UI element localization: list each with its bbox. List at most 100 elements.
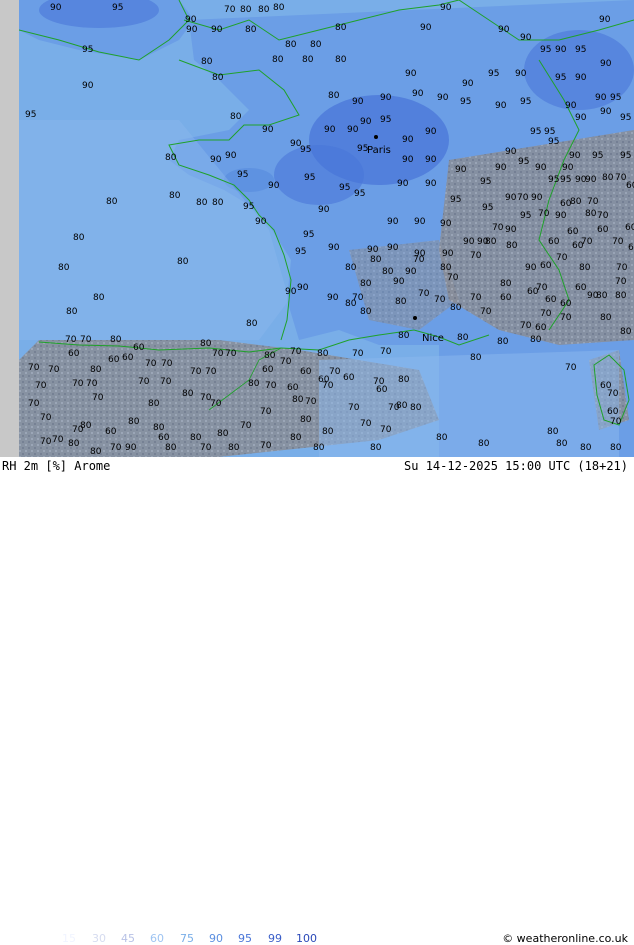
contour-value-label: 80: [106, 197, 118, 207]
contour-value-label: 70: [35, 381, 47, 391]
contour-value-label: 70: [616, 263, 628, 273]
contour-value-label: 80: [615, 291, 627, 301]
map-footer: RH 2m [%] Arome Su 14-12-2025 15:00 UTC …: [0, 457, 634, 945]
contour-value-label: 90: [393, 277, 405, 287]
contour-value-label: 70: [72, 425, 84, 435]
contour-value-label: 80: [310, 40, 322, 50]
contour-value-label: 90: [531, 193, 543, 203]
contour-value-label: 80: [328, 91, 340, 101]
contour-value-label: 60: [318, 375, 330, 385]
city-label-paris: Paris: [367, 145, 391, 156]
contour-value-label: 80: [360, 279, 372, 289]
contour-value-label: 80: [370, 443, 382, 453]
contour-value-label: 80: [240, 5, 252, 15]
contour-value-label: 70: [160, 377, 172, 387]
contour-value-label: 90: [402, 155, 414, 165]
contour-value-label: 90: [505, 225, 517, 235]
contour-value-label: 90: [397, 179, 409, 189]
contour-value-label: 80: [230, 112, 242, 122]
contour-value-label: 90: [462, 79, 474, 89]
contour-value-label: 70: [418, 289, 430, 299]
contour-value-label: 60: [560, 299, 572, 309]
legend-value: 99: [268, 932, 282, 945]
contour-value-label: 80: [579, 263, 591, 273]
contour-value-label: 95: [555, 73, 566, 83]
contour-value-label: 60: [567, 227, 579, 237]
contour-value-label: 70: [587, 197, 599, 207]
contour-value-label: 70: [265, 381, 277, 391]
contour-value-label: 90: [324, 125, 336, 135]
contour-value-label: 80: [245, 25, 257, 35]
contour-value-label: 90: [405, 69, 417, 79]
contour-value-label: 80: [485, 237, 497, 247]
contour-value-label: 60: [343, 373, 355, 383]
contour-value-label: 60: [68, 349, 80, 359]
city-label-nice: Nice: [422, 333, 444, 344]
contour-value-label: 80: [68, 439, 80, 449]
legend-value: 45: [121, 932, 135, 945]
contour-value-label: 90: [255, 217, 267, 227]
contour-value-label: 60: [560, 199, 572, 209]
contour-value-label: 80: [382, 267, 394, 277]
contour-value-label: 95: [339, 183, 350, 193]
contour-value-label: 90: [360, 117, 372, 127]
contour-value-label: 60: [575, 283, 587, 293]
contour-value-label: 80: [335, 55, 347, 65]
contour-value-label: 70: [447, 273, 459, 283]
contour-value-label: 70: [138, 377, 150, 387]
contour-value-label: 60: [572, 241, 584, 251]
contour-value-label: 70: [470, 251, 482, 261]
contour-value-label: 60: [500, 293, 512, 303]
contour-value-label: 80: [596, 291, 608, 301]
legend-value: 95: [238, 932, 252, 945]
contour-value-label: 80: [500, 279, 512, 289]
contour-value-label: 95: [488, 69, 499, 79]
contour-value-label: 90: [412, 89, 424, 99]
contour-value-label: 60: [158, 433, 170, 443]
contour-value-label: 60: [105, 427, 117, 437]
contour-value-label: 80: [398, 331, 410, 341]
contour-value-label: 70: [200, 443, 212, 453]
contour-value-label: 70: [360, 419, 372, 429]
contour-value-label: 90: [463, 237, 475, 247]
contour-value-label: 70: [190, 367, 202, 377]
contour-value-label: 90: [495, 163, 507, 173]
contour-value-label: 95: [620, 151, 631, 161]
contour-value-label: 70: [40, 437, 52, 447]
credit-link[interactable]: © weatheronline.co.uk: [502, 932, 628, 945]
contour-value-label: 95: [548, 175, 559, 185]
contour-value-label: 90: [185, 15, 197, 25]
contour-value-label: 80: [93, 293, 105, 303]
contour-value-label: 90: [600, 59, 612, 69]
contour-value-label: 95: [544, 127, 555, 137]
contour-value-label: 70: [225, 349, 237, 359]
contour-value-label: 70: [52, 435, 64, 445]
contour-value-label: 90: [575, 73, 587, 83]
contour-value-label: 95: [460, 97, 471, 107]
contour-value-label: 80: [506, 241, 518, 251]
contour-value-label: 80: [73, 233, 85, 243]
contour-value-label: 80: [58, 263, 70, 273]
contour-value-label: 90: [50, 3, 62, 13]
product-title: RH 2m [%] Arome: [2, 459, 111, 473]
contour-value-label: 90: [387, 243, 399, 253]
contour-value-label: 80: [66, 307, 78, 317]
contour-value-label: 90: [186, 25, 198, 35]
contour-value-label: 90: [327, 293, 339, 303]
contour-value-label: 95: [530, 127, 541, 137]
contour-value-label: 80: [273, 3, 285, 13]
contour-value-label: 60: [600, 381, 612, 391]
contour-value-label: 95: [112, 3, 123, 13]
contour-value-label: 80: [128, 417, 140, 427]
contour-value-label: 70: [260, 441, 272, 451]
contour-value-label: 90: [440, 3, 452, 13]
contour-value-label: 70: [612, 237, 624, 247]
contour-value-label: 90: [495, 101, 507, 111]
contour-value-label: 70: [380, 425, 392, 435]
contour-value-label: 70: [540, 309, 552, 319]
contour-value-label: 90: [367, 245, 379, 255]
contour-value-label: 70: [86, 379, 98, 389]
contour-value-label: 70: [80, 335, 92, 345]
contour-value-label: 95: [300, 145, 311, 155]
contour-value-label: 70: [290, 347, 302, 357]
